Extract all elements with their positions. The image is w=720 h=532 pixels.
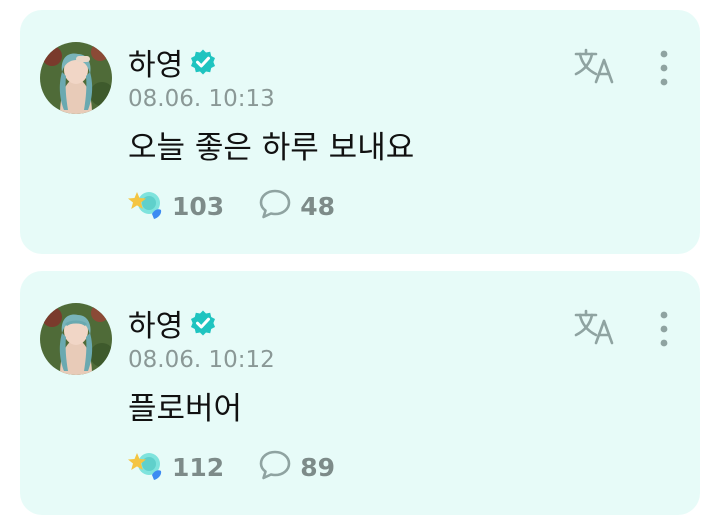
verified-check-icon <box>189 309 217 337</box>
translate-icon[interactable] <box>572 46 616 86</box>
more-options-icon[interactable] <box>654 48 674 88</box>
more-options-icon[interactable] <box>654 309 674 349</box>
author-name[interactable]: 하영 <box>128 301 183 345</box>
post-actions: 103 48 <box>128 186 335 226</box>
post-text: 오늘 좋은 하루 보내요 <box>128 130 415 166</box>
author-row: 하영 <box>128 40 217 84</box>
author-row: 하영 <box>128 301 217 345</box>
post-card[interactable]: 하영 08.06. 10:12 플로버어 112 89 <box>20 271 700 515</box>
author-name[interactable]: 하영 <box>128 40 183 84</box>
like-button[interactable]: 103 <box>128 186 224 226</box>
post-feed: 하영 08.06. 10:13 오늘 좋은 하루 보내요 103 48 하영 0… <box>0 0 720 532</box>
verified-check-icon <box>189 48 217 76</box>
like-sticker-icon <box>128 186 164 226</box>
post-timestamp: 08.06. 10:13 <box>128 86 275 112</box>
avatar[interactable] <box>40 42 112 114</box>
comment-count: 89 <box>300 452 335 482</box>
post-text: 플로버어 <box>128 391 243 427</box>
post-card[interactable]: 하영 08.06. 10:13 오늘 좋은 하루 보내요 103 48 <box>20 10 700 254</box>
avatar[interactable] <box>40 303 112 375</box>
comment-bubble-icon <box>258 187 292 225</box>
comment-button[interactable]: 48 <box>258 187 335 225</box>
comment-count: 48 <box>300 191 335 221</box>
post-timestamp: 08.06. 10:12 <box>128 347 275 373</box>
like-count: 112 <box>172 452 225 482</box>
like-button[interactable]: 112 <box>128 447 224 487</box>
like-count: 103 <box>172 191 225 221</box>
comment-bubble-icon <box>258 448 292 486</box>
translate-icon[interactable] <box>572 307 616 347</box>
comment-button[interactable]: 89 <box>258 448 335 486</box>
like-sticker-icon <box>128 447 164 487</box>
post-actions: 112 89 <box>128 447 335 487</box>
